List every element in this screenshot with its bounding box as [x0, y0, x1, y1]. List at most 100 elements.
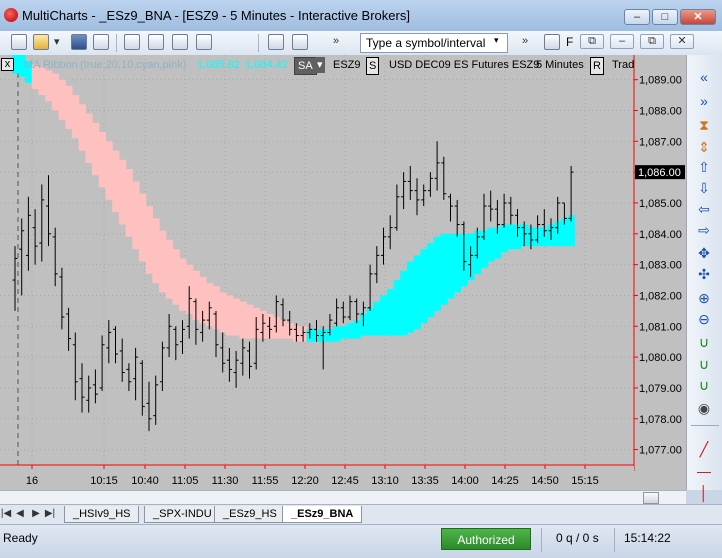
arrow-right-icon[interactable]: ⇨ — [696, 222, 712, 238]
format-style-icon[interactable] — [196, 34, 212, 50]
mdi-maximize-button[interactable]: ⧉ — [640, 34, 664, 49]
price-tick-label: 1,087.00 — [639, 136, 682, 148]
ribbon-segment — [152, 218, 160, 284]
tab-last-icon[interactable]: ▶| — [44, 508, 56, 519]
main-toolbar: ▾ » Type a symbol/interval ▾ » F ⧉ – ⧉ ✕ — [0, 31, 722, 56]
tab-esz9-hs[interactable]: _ESz9_HS — [214, 506, 286, 523]
insert-study-icon[interactable] — [124, 34, 140, 50]
magnet-icon[interactable]: ∪ — [696, 334, 712, 350]
legend-symbol: ESZ9 — [333, 59, 361, 71]
queue-status: 0 q / 0 s — [556, 531, 599, 545]
grid-icon[interactable] — [544, 34, 560, 50]
symbol-dropdown-icon[interactable]: ▾ — [494, 35, 499, 46]
price-tick-label: 1,077.00 — [639, 445, 682, 457]
drawing-toolbar: « » ⧗ ⇕ ⇧ ⇩ ⇦ ⇨ ✥ ✣ ⊕ ⊖ ∪ ∪ ∪ ◉ ╱ — │ — [686, 55, 722, 501]
open-folder-icon[interactable] — [33, 34, 49, 50]
chart-style-icon[interactable] — [292, 34, 308, 50]
window-title: MultiCharts - _ESz9_BNA - [ESZ9 - 5 Minu… — [22, 8, 410, 23]
arrow-up-icon[interactable]: ⇧ — [696, 159, 712, 175]
chart-type-icon[interactable] — [268, 34, 284, 50]
trendline-icon[interactable]: ╱ — [696, 441, 712, 457]
ribbon-segment — [453, 233, 462, 293]
tab-first-icon[interactable]: |◀ — [0, 508, 12, 519]
study-value-2: 1,084.42 — [245, 59, 288, 71]
new-document-icon[interactable] — [11, 34, 27, 50]
mdi-restore-button[interactable]: ⧉ — [580, 34, 604, 49]
time-tick-label: 12:20 — [291, 475, 319, 487]
ribbon-segment — [132, 181, 140, 250]
price-tick-label: 1,083.00 — [639, 260, 682, 272]
scroll-left-end-icon[interactable]: « — [696, 69, 712, 85]
ribbon-segment — [406, 261, 415, 333]
current-price-label: 1,086.00 — [638, 167, 681, 179]
ribbon-segment — [433, 236, 442, 311]
format-instrument-icon[interactable] — [172, 34, 188, 50]
ribbon-segment — [98, 132, 107, 188]
scroll-right-end-icon[interactable]: » — [696, 93, 712, 109]
arrow-left-icon[interactable]: ⇦ — [696, 201, 712, 217]
tab-next-icon[interactable]: ▶ — [30, 508, 42, 519]
time-tick-label: 13:10 — [371, 475, 399, 487]
magnet-close-icon[interactable]: ∪ — [696, 377, 712, 393]
tab-esz9-bna[interactable]: _ESz9_BNA — [282, 506, 363, 523]
ribbon-segment — [65, 85, 73, 129]
r-settings-box[interactable]: R — [590, 57, 604, 75]
time-tick-label: 10:15 — [90, 475, 118, 487]
ribbon-segment — [105, 141, 113, 200]
time-tick-label: 14:50 — [531, 475, 559, 487]
study-value-1: 1,085.82 — [197, 59, 240, 71]
zoom-out-icon[interactable]: ⊖ — [696, 311, 712, 327]
time-tick-label: 16 — [26, 475, 38, 487]
eye-icon[interactable]: ◉ — [696, 400, 712, 416]
zoom-in-icon[interactable]: ⊕ — [696, 290, 712, 306]
mdi-close-button[interactable]: ✕ — [670, 34, 694, 49]
tab-prev-icon[interactable]: ◀ — [14, 508, 26, 519]
mdi-minimize-button[interactable]: – — [610, 34, 634, 49]
toolbar-overflow-icon-2[interactable]: » — [522, 35, 528, 47]
tab-spx-indu[interactable]: _SPX-INDU — [144, 506, 221, 523]
session-dropdown-icon[interactable]: ▾ — [315, 57, 325, 73]
price-tick-label: 1,085.00 — [639, 198, 682, 210]
ribbon-segment — [500, 224, 509, 253]
expand-icon[interactable]: ✣ — [696, 266, 712, 282]
price-chart[interactable]: 1,089.00 1,088.00 1,087.00 1,086.00 1,085.00… — [0, 55, 686, 490]
ribbon-segment — [92, 122, 100, 176]
time-tick-label: 11:55 — [252, 475, 279, 487]
scrollbar-thumb[interactable] — [643, 492, 659, 504]
horizontal-line-icon[interactable]: — — [696, 463, 712, 479]
horizontal-scrollbar[interactable] — [0, 490, 686, 505]
ribbon-segment — [45, 70, 53, 102]
ribbon-segment — [447, 233, 455, 299]
app-logo-icon — [4, 8, 18, 22]
s-settings-box[interactable]: S — [366, 57, 380, 75]
hourglass-icon[interactable]: ⧗ — [696, 117, 712, 133]
ribbon-segment — [165, 239, 174, 299]
ribbon-segment — [373, 301, 381, 336]
symbol-input[interactable]: Type a symbol/interval — [360, 33, 508, 53]
ribbon-segment — [118, 159, 127, 225]
ribbon-segment — [172, 249, 180, 305]
open-dropdown-icon[interactable]: ▾ — [54, 35, 60, 48]
tab-hsiv9-hs[interactable]: _HSIv9_HS — [64, 506, 140, 523]
vertical-line-icon[interactable]: │ — [696, 485, 712, 501]
legend-close-button[interactable]: x — [1, 58, 14, 71]
ribbon-segment — [71, 95, 80, 139]
magnet-plus-icon[interactable]: ∪ — [696, 356, 712, 372]
expand-vertical-icon[interactable]: ⇕ — [696, 139, 712, 155]
ribbon-segment — [125, 169, 133, 237]
minimize-button[interactable]: – — [624, 9, 650, 25]
print-icon[interactable] — [93, 34, 109, 50]
format-window-icon[interactable] — [148, 34, 164, 50]
close-button[interactable]: ✕ — [680, 9, 716, 25]
maximize-button[interactable]: □ — [652, 9, 678, 25]
save-icon[interactable] — [71, 34, 87, 50]
arrow-down-icon[interactable]: ⇩ — [696, 180, 712, 196]
toolbar-overflow-icon[interactable]: » — [333, 35, 339, 47]
ribbon-segment — [393, 280, 401, 336]
compress-icon[interactable]: ✥ — [696, 245, 712, 261]
ribbon-segment — [440, 233, 448, 305]
session-sa-badge[interactable]: SA — [294, 57, 317, 75]
time-tick-label: 10:40 — [131, 475, 159, 487]
chart-canvas[interactable]: 1,089.00 1,088.00 1,087.00 1,086.00 1,085.00… — [0, 55, 686, 490]
ribbon-segment — [85, 113, 93, 163]
